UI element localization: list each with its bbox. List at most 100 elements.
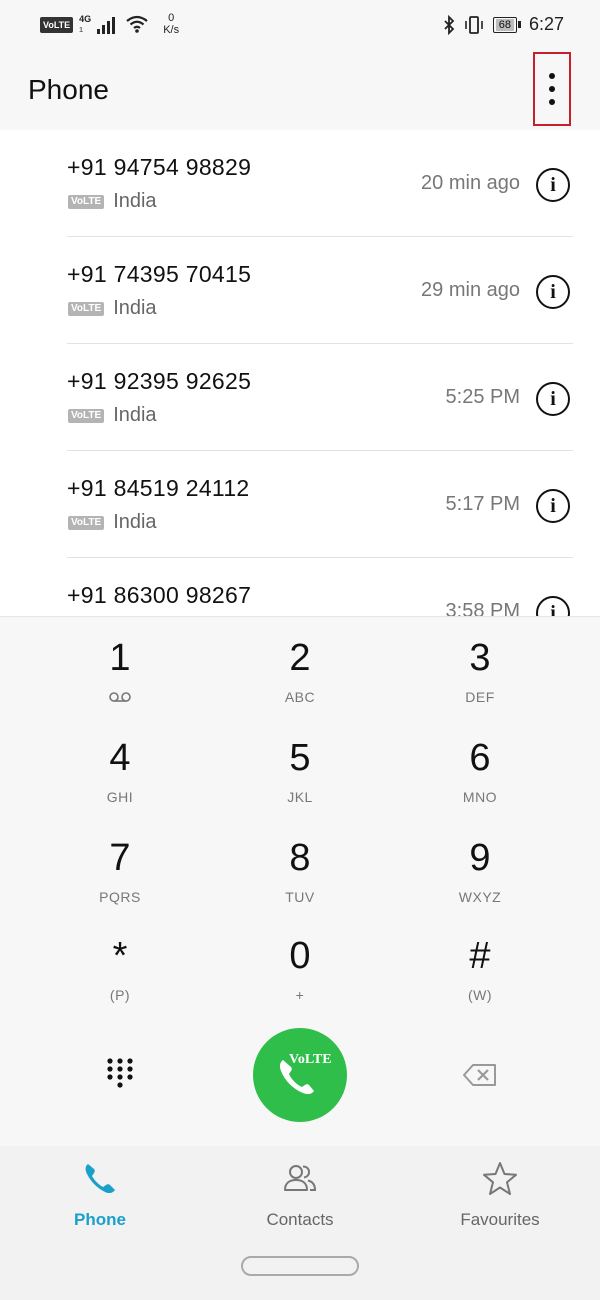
dial-key[interactable]: 6 MNO: [390, 737, 570, 827]
tab-label-favourites: Favourites: [460, 1210, 540, 1229]
volte-call-badge: VoLTE: [68, 515, 105, 530]
status-right: 68 6:27: [443, 14, 564, 35]
tab-phone[interactable]: Phone: [0, 1160, 200, 1230]
call-log-row[interactable]: +91 86300 98267VoLTEIndia3:58 PMi: [0, 558, 600, 616]
backspace-icon[interactable]: [462, 1063, 498, 1087]
status-time: 6:27: [528, 14, 564, 34]
tab-label-contacts: Contacts: [266, 1210, 334, 1229]
dial-key[interactable]: 8 TUV: [210, 837, 390, 927]
call-number: +91 86300 98267: [67, 582, 252, 608]
key-letters: MNO: [462, 789, 498, 805]
speed-value: 0: [168, 12, 175, 24]
phone-icon: [85, 1164, 115, 1194]
info-icon[interactable]: i: [536, 275, 570, 309]
call-time: 29 min ago: [421, 279, 520, 301]
status-bar: VoLTE 4G 1 0 K/s 68 6:27: [0, 0, 600, 52]
key-letters: TUV: [285, 889, 315, 905]
status-left: VoLTE 4G 1 0 K/s: [40, 12, 179, 36]
dialpad-toggle-icon[interactable]: [106, 1057, 134, 1093]
dial-key[interactable]: 0 +: [210, 935, 390, 1025]
battery-icon: 68: [492, 16, 521, 33]
call-number: +91 92395 92625: [67, 368, 252, 394]
vibrate-icon: [464, 15, 483, 34]
key-letters: (P): [109, 987, 131, 1003]
call-log-row[interactable]: +91 94754 98829 VoLTE India 20 min ago i: [0, 130, 600, 237]
dial-key[interactable]: 7 PQRS: [30, 837, 210, 927]
key-digit: 4: [109, 737, 131, 779]
call-number: +91 84519 24112: [67, 475, 250, 501]
dial-key[interactable]: 3 DEF: [390, 637, 570, 727]
key-letters: DEF: [465, 689, 495, 705]
volte-call-badge: VoLTE: [68, 301, 105, 316]
dial-key[interactable]: 5 JKL: [210, 737, 390, 827]
key-letters: GHI: [106, 789, 134, 805]
voicemail-icon: [109, 692, 131, 702]
bluetooth-icon: [444, 14, 454, 35]
tab-label-phone: Phone: [74, 1210, 126, 1229]
key-digit: 1: [109, 637, 131, 679]
key-digit: 2: [289, 637, 311, 679]
more-vert-icon: [549, 73, 555, 79]
info-icon[interactable]: i: [536, 489, 570, 523]
call-time: 3:58 PM: [445, 600, 520, 616]
info-icon[interactable]: i: [536, 382, 570, 416]
tab-contacts[interactable]: Contacts: [200, 1160, 400, 1230]
tab-favourites[interactable]: Favourites: [400, 1160, 600, 1230]
key-digit: 0: [289, 935, 311, 977]
call-number: +91 74395 70415: [67, 261, 252, 287]
dial-key[interactable]: 1: [30, 637, 210, 727]
key-letters: JKL: [287, 789, 313, 805]
call-subline: VoLTE India: [68, 297, 157, 320]
call-location: India: [113, 190, 157, 212]
network-indicator: 4G 1: [79, 12, 91, 36]
signal-strength-icon: [97, 14, 116, 34]
dial-key[interactable]: # (W): [390, 935, 570, 1025]
key-digit: 5: [289, 737, 311, 779]
key-digit: #: [469, 935, 491, 977]
more-options-button[interactable]: [533, 52, 571, 126]
network-speed: 0 K/s: [163, 12, 179, 36]
star-icon: [483, 1162, 517, 1195]
key-letters: WXYZ: [458, 889, 502, 905]
call-subline: VoLTE India: [68, 404, 157, 427]
dial-key[interactable]: 4 GHI: [30, 737, 210, 827]
call-subline: VoLTE India: [68, 511, 157, 534]
volte-status-badge: VoLTE: [40, 17, 74, 33]
key-digit: 3: [469, 637, 491, 679]
dial-key[interactable]: * (P): [30, 935, 210, 1025]
battery-level: 68: [495, 18, 514, 31]
call-location: India: [113, 511, 157, 533]
call-number: +91 94754 98829: [67, 154, 252, 180]
call-log-row[interactable]: +91 84519 24112 VoLTE India 5:17 PM i: [0, 451, 600, 558]
contacts-icon: [284, 1165, 317, 1191]
call-log-row[interactable]: +91 74395 70415 VoLTE India 29 min ago i: [0, 237, 600, 344]
speed-unit: K/s: [163, 24, 180, 36]
dial-key[interactable]: 9 WXYZ: [390, 837, 570, 927]
call-button[interactable]: VoLTE: [253, 1028, 347, 1122]
call-time: 5:25 PM: [445, 386, 520, 408]
phone-handset-icon: [279, 1060, 314, 1095]
volte-call-badge: VoLTE: [68, 408, 105, 423]
info-icon[interactable]: i: [536, 596, 570, 616]
home-indicator[interactable]: [241, 1256, 359, 1276]
volte-call-badge: VoLTE: [68, 194, 105, 209]
call-time: 20 min ago: [421, 172, 520, 194]
key-letters: +: [295, 987, 305, 1003]
dialpad: VoLTE 1 2 ABC 3 DEF 4 GHI 5 JKL 6 MNO 7 PQRS 8 TUV 9 WXY…: [0, 616, 600, 1146]
call-time: 5:17 PM: [445, 493, 520, 515]
info-icon[interactable]: i: [536, 168, 570, 202]
network-type: 4G: [79, 14, 92, 24]
call-log-list[interactable]: +91 94754 98829 VoLTE India 20 min ago i +91 …: [0, 130, 600, 616]
key-digit: *: [112, 935, 128, 977]
key-letters: (W): [467, 987, 493, 1003]
dial-key[interactable]: 2 ABC: [210, 637, 390, 727]
key-letters: PQRS: [99, 889, 141, 905]
page-title: Phone: [28, 74, 109, 105]
wifi-icon: [126, 15, 148, 33]
call-log-row[interactable]: +91 92395 92625 VoLTE India 5:25 PM i: [0, 344, 600, 451]
call-location: India: [113, 404, 157, 426]
sim-index: 1: [79, 27, 84, 34]
key-letters: ABC: [284, 689, 316, 705]
key-digit: 6: [469, 737, 491, 779]
app-bar: Phone: [0, 52, 600, 130]
